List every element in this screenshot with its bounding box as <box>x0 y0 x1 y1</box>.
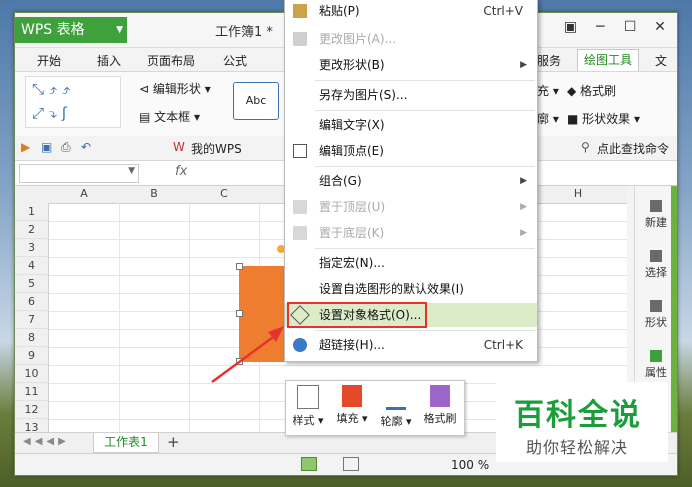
mini-fill-button[interactable]: 填充 ▾ <box>332 385 372 426</box>
mini-style-button[interactable]: 样式 ▾ <box>288 385 328 428</box>
mini-fill-label: 填充 <box>336 412 359 425</box>
mini-style-label: 样式 <box>292 414 315 427</box>
mini-outline-label: 轮廓 <box>380 415 403 428</box>
watermark-title: 百科全说 <box>514 398 642 433</box>
watermark: 百科全说 助你轻松解决 <box>496 382 668 462</box>
mini-toolbar: 样式 ▾ 填充 ▾ 轮廓 ▾ 格式刷 <box>285 380 465 436</box>
arrow-shaft <box>211 330 281 384</box>
pen-icon <box>386 385 406 410</box>
mini-format-painter-button[interactable]: 格式刷 <box>420 385 460 426</box>
style-icon <box>297 385 319 409</box>
mini-outline-button[interactable]: 轮廓 ▾ <box>376 385 416 429</box>
fill-bucket-icon <box>342 385 362 407</box>
mini-format-painter-label: 格式刷 <box>423 412 457 425</box>
brush-icon <box>430 385 450 407</box>
watermark-subtitle: 助你轻松解决 <box>526 438 629 457</box>
